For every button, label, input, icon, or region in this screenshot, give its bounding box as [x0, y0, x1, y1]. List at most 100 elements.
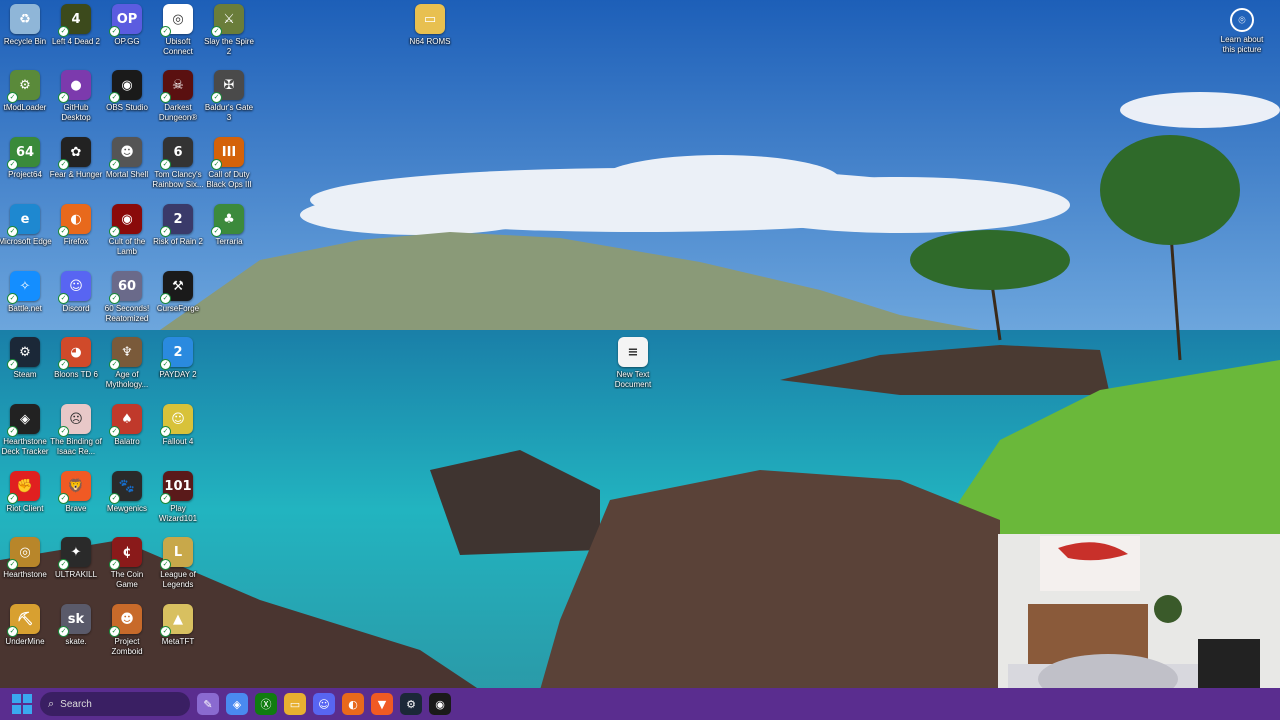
desktop-icon[interactable]: III ✓ Call of Duty Black Ops III: [204, 137, 254, 201]
pen-app-icon[interactable]: ✎: [197, 693, 219, 715]
sync-check-icon: ✓: [109, 359, 120, 370]
desktop-icon[interactable]: 6 ✓ Tom Clancy's Rainbow Six...: [152, 137, 204, 201]
coin-game-icon: ¢ ✓: [109, 537, 142, 570]
taskbar-apps: ✎ ◈ Ⓧ ▭ ☺ ◐ ▼ ⚙ ◉: [190, 693, 451, 715]
desktop-icon[interactable]: OP ✓ OP.GG: [102, 4, 152, 68]
hdt-icon: ◈ ✓: [7, 404, 40, 437]
desktop-icon[interactable]: ☻ ✓ Project Zomboid: [102, 604, 152, 668]
desktop-icon[interactable]: ▭ N64 ROMS: [405, 4, 455, 68]
60-seconds-icon: 60 ✓: [109, 271, 142, 304]
desktop-icon[interactable]: ☺ ✓ Discord: [51, 271, 101, 335]
steam-icon: ⚙ ✓: [7, 337, 40, 370]
sync-check-icon: ✓: [58, 226, 69, 237]
desktop-icon[interactable]: 🐾 ✓ Mewgenics: [102, 471, 152, 535]
desktop-icon[interactable]: ≡ New Text Document: [608, 337, 658, 401]
desktop-icon-label: Hearthstone Deck Tracker: [1, 437, 49, 456]
file-explorer-icon[interactable]: ▭: [284, 693, 306, 715]
sync-check-icon: ✓: [211, 159, 222, 170]
desktop-icon[interactable]: ♣ ✓ Terraria: [204, 204, 254, 268]
sync-check-icon: ✓: [58, 559, 69, 570]
desktop-icon[interactable]: ♠ ✓ Balatro: [102, 404, 152, 468]
desktop-icon[interactable]: ¢ ✓ The Coin Game: [102, 537, 152, 601]
desktop-icon[interactable]: 🦁 ✓ Brave: [51, 471, 101, 535]
desktop-icon-label: Battle.net: [8, 304, 42, 313]
skate-icon: sk ✓: [58, 604, 91, 637]
desktop-icon[interactable]: ⚙ ✓ tModLoader: [0, 70, 50, 134]
desktop-icon[interactable]: 60 ✓ 60 Seconds! Reatomized: [102, 271, 152, 335]
desktop-icon-label: UnderMine: [5, 637, 45, 646]
desktop-icon[interactable]: 4 ✓ Left 4 Dead 2: [51, 4, 101, 68]
recycle-bin-icon: ♻: [10, 4, 40, 34]
zomboid-icon: ☻ ✓: [109, 604, 142, 637]
desktop-icon-label: Riot Client: [6, 504, 44, 513]
learn-about-picture[interactable]: ⌾ Learn about this picture: [1214, 8, 1270, 54]
brave-icon[interactable]: ▼: [371, 693, 393, 715]
desktop-icon[interactable]: e ✓ Microsoft Edge: [0, 204, 52, 268]
risk-of-rain-icon: 2 ✓: [160, 204, 193, 237]
desktop-icon[interactable]: ✿ ✓ Fear & Hunger: [50, 137, 102, 201]
firefox-icon[interactable]: ◐: [342, 693, 364, 715]
desktop-icon[interactable]: ✊ ✓ Riot Client: [0, 471, 50, 535]
rainbow-six-icon: 6 ✓: [160, 137, 193, 170]
discord-icon[interactable]: ☺: [313, 693, 335, 715]
sync-check-icon: ✓: [160, 493, 171, 504]
sync-check-icon: ✓: [58, 159, 69, 170]
desktop-icon[interactable]: 2 ✓ PAYDAY 2: [153, 337, 203, 401]
desktop-icon[interactable]: 2 ✓ Risk of Rain 2: [153, 204, 203, 268]
xbox-icon[interactable]: Ⓧ: [255, 693, 277, 715]
desktop-icon[interactable]: ⚙ ✓ Steam: [0, 337, 50, 401]
desktop-icon[interactable]: ✦ ✓ ULTRAKILL: [51, 537, 101, 601]
desktop-icon-label: Discord: [62, 304, 90, 313]
taskbar-search[interactable]: ⌕ Search: [40, 692, 190, 716]
desktop-icon-label: MetaTFT: [161, 637, 195, 646]
desktop-icon-label: The Coin Game: [110, 570, 144, 589]
desktop-icon[interactable]: ☺ ✓ Fallout 4: [153, 404, 203, 468]
desktop-icon[interactable]: ◈ ✓ Hearthstone Deck Tracker: [0, 404, 50, 468]
desktop-icon-label: Left 4 Dead 2: [51, 37, 101, 46]
desktop-icon[interactable]: 101 ✓ Play Wizard101: [153, 471, 203, 535]
desktop-icon-label: Fallout 4: [162, 437, 194, 446]
desktop-icon[interactable]: ☹ ✓ The Binding of Isaac Re...: [50, 404, 102, 468]
desktop-icon[interactable]: ◕ ✓ Bloons TD 6: [51, 337, 101, 401]
obs-icon[interactable]: ◉: [429, 693, 451, 715]
desktop-icon-label: League of Legends: [160, 570, 196, 589]
desktop-icon[interactable]: ⚒ ✓ CurseForge: [153, 271, 203, 335]
desktop-icon[interactable]: ☻ ✓ Mortal Shell: [102, 137, 152, 201]
sync-check-icon: ✓: [160, 92, 171, 103]
desktop-icon[interactable]: 64 ✓ Project64: [0, 137, 50, 201]
steam-icon[interactable]: ⚙: [400, 693, 422, 715]
desktop-icon-label: Cult of the Lamb: [108, 237, 146, 256]
desktop-icon[interactable]: ◐ ✓ Firefox: [51, 204, 101, 268]
sync-check-icon: ✓: [211, 226, 222, 237]
taskbar: ⌕ Search ✎ ◈ Ⓧ ▭ ☺ ◐ ▼ ⚙ ◉: [0, 688, 1280, 720]
desktop-icon[interactable]: ● ✓ GitHub Desktop: [51, 70, 101, 134]
desktop-icon[interactable]: ✠ ✓ Baldur's Gate 3: [204, 70, 254, 134]
desktop-icon[interactable]: sk ✓ skate.: [51, 604, 101, 668]
desktop-icon-label: OP.GG: [114, 37, 140, 46]
desktop-icon[interactable]: ☠ ✓ Darkest Dungeon®: [153, 70, 203, 134]
desktop-icon-label: Mewgenics: [106, 504, 147, 513]
desktop-icon[interactable]: ⛏ ✓ UnderMine: [0, 604, 50, 668]
desktop-icon[interactable]: ◉ ✓ Cult of the Lamb: [102, 204, 152, 268]
desktop-icon[interactable]: L ✓ League of Legends: [153, 537, 203, 601]
baldurs-gate-icon: ✠ ✓: [211, 70, 244, 103]
desktop-icon[interactable]: ⚔ ✓ Slay the Spire 2: [204, 4, 254, 68]
sync-check-icon: ✓: [211, 92, 222, 103]
desktop-icon-label: Steam: [13, 370, 37, 379]
start-button[interactable]: [12, 694, 32, 714]
desktop-icon[interactable]: ♻ Recycle Bin: [0, 4, 50, 68]
copilot-icon[interactable]: ◈: [226, 693, 248, 715]
desktop-icon-label: The Binding of Isaac Re...: [50, 437, 102, 456]
desktop-icon-label: Firefox: [63, 237, 89, 246]
desktop-icon[interactable]: ✧ ✓ Battle.net: [0, 271, 50, 335]
metatft-icon: ▲ ✓: [160, 604, 193, 637]
desktop-icon[interactable]: ◉ ✓ OBS Studio: [102, 70, 152, 134]
desktop-icon[interactable]: ▲ ✓ MetaTFT: [153, 604, 203, 668]
sync-check-icon: ✓: [7, 426, 18, 437]
desktop-icon[interactable]: ♆ ✓ Age of Mythology...: [102, 337, 152, 401]
battlenet-icon: ✧ ✓: [7, 271, 40, 304]
desktop-icon[interactable]: ◎ ✓ Hearthstone: [0, 537, 50, 601]
terraria-icon: ♣ ✓: [211, 204, 244, 237]
desktop-icon-label: Terraria: [215, 237, 243, 246]
desktop-icon[interactable]: ◎ ✓ Ubisoft Connect: [153, 4, 203, 68]
